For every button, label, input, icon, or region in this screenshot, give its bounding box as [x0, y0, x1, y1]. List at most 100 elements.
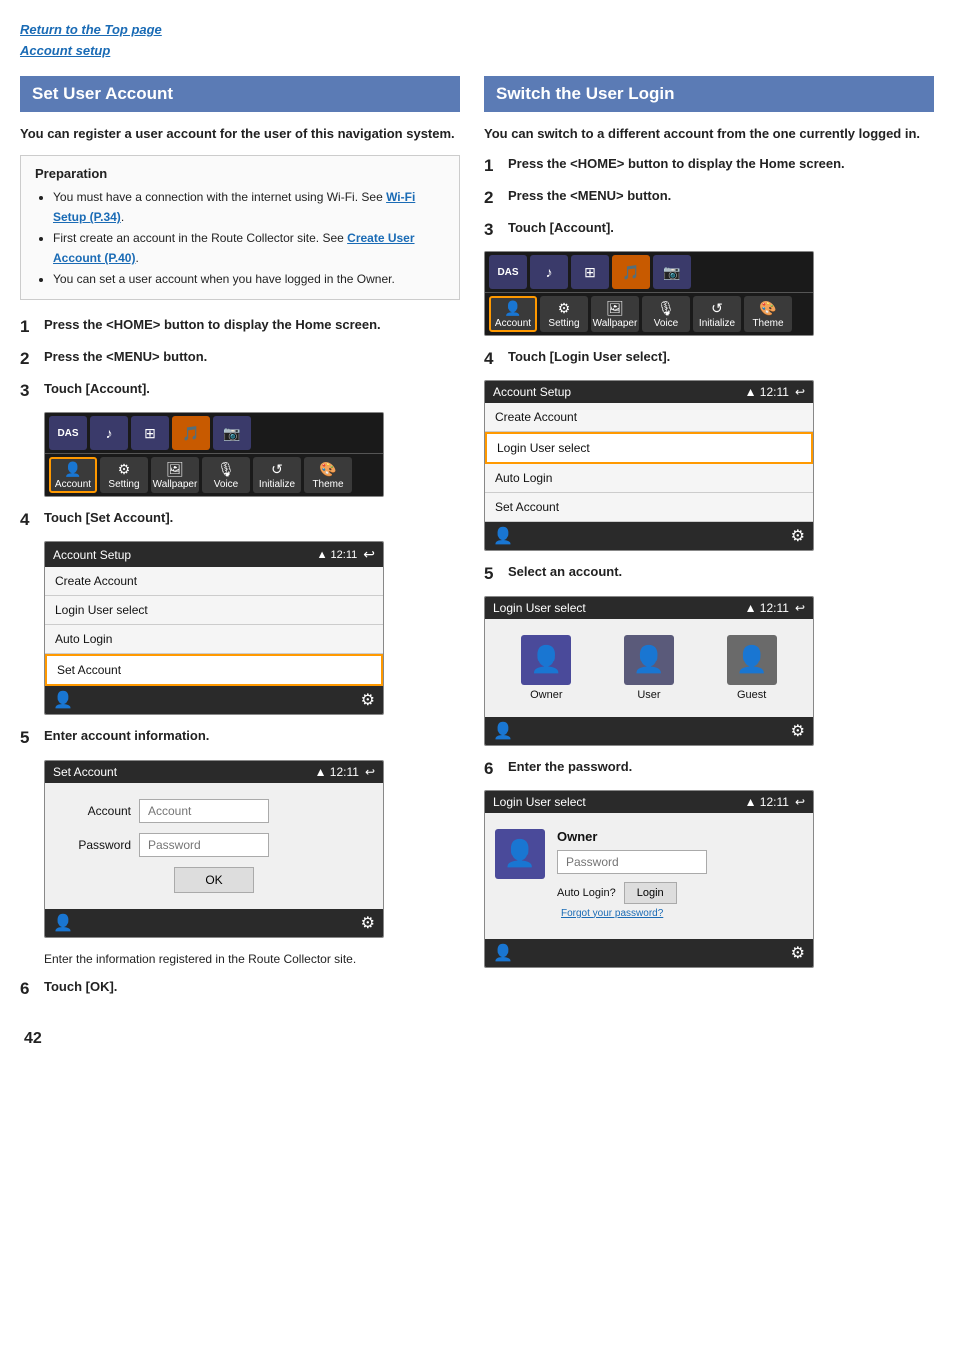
- caption-text: Enter the information registered in the …: [44, 950, 460, 968]
- user-owner-block[interactable]: 👤 Owner: [521, 635, 571, 701]
- nav-btn-camera[interactable]: 📷: [213, 416, 251, 450]
- left-column: Set User Account You can register a user…: [20, 76, 460, 1048]
- nav-btn-account[interactable]: 👤 Account: [49, 457, 97, 493]
- user-guest-block[interactable]: 👤 Guest: [727, 635, 777, 701]
- right-back-btn[interactable]: ↩: [795, 385, 805, 399]
- footer-gear-icon: ⚙: [361, 690, 375, 710]
- right-nav-btn-grid[interactable]: ⊞: [571, 255, 609, 289]
- step-text-2: Press the <MENU> button.: [44, 348, 207, 366]
- right-nav-btn-initialize[interactable]: ↺ Initialize: [693, 296, 741, 332]
- return-top-link[interactable]: Return to the Top page: [20, 20, 934, 41]
- prep-item-2: First create an account in the Route Col…: [53, 228, 445, 269]
- prep-title: Preparation: [35, 166, 445, 181]
- menu-item-auto-login[interactable]: Auto Login: [45, 625, 383, 654]
- step-num-4: 4: [20, 509, 38, 531]
- right-initialize-icon: ↺: [711, 300, 723, 317]
- preparation-box: Preparation You must have a connection w…: [20, 155, 460, 300]
- login-select-back[interactable]: ↩: [795, 601, 805, 615]
- menu-item-create-account[interactable]: Create Account: [45, 567, 383, 596]
- right-nav-btn-theme[interactable]: 🎨 Theme: [744, 296, 792, 332]
- password-field: Password: [61, 833, 367, 857]
- owner-label: Owner: [530, 689, 562, 701]
- left-section-header: Set User Account: [20, 76, 460, 112]
- right-nav-btn-orange[interactable]: 🎵: [612, 255, 650, 289]
- right-column: Switch the User Login You can switch to …: [484, 76, 934, 1048]
- left-menu-screen-step4: Account Setup ▲ 12:11 ↩ Create Account L…: [44, 541, 384, 715]
- user-user-block[interactable]: 👤 User: [624, 635, 674, 701]
- password-input[interactable]: [139, 833, 269, 857]
- right-voice-icon: 🎙: [657, 300, 675, 317]
- account-field: Account: [61, 799, 367, 823]
- right-step-6: 6 Enter the password.: [484, 758, 934, 780]
- right-voice-label: Voice: [654, 318, 678, 329]
- step-text-4: Touch [Set Account].: [44, 509, 173, 527]
- right-step-num-6: 6: [484, 758, 502, 780]
- login-select-header: Login User select ▲ 12:11 ↩: [485, 597, 813, 619]
- right-menu-create-account[interactable]: Create Account: [485, 403, 813, 432]
- voice-label: Voice: [214, 479, 238, 490]
- pw-forgot-row: Forgot your password?: [557, 908, 803, 919]
- login-select-footer: 👤 ⚙: [485, 717, 813, 745]
- pw-login-button[interactable]: Login: [624, 882, 677, 904]
- right-step-text-1: Press the <HOME> button to display the H…: [508, 155, 845, 173]
- account-label: Account: [55, 479, 91, 490]
- nav-btn-music[interactable]: ♪: [90, 416, 128, 450]
- nav-btn-das[interactable]: DAS: [49, 416, 87, 450]
- set-account-screen: Set Account ▲ 12:11 ↩ Account Password O…: [44, 760, 384, 938]
- right-step-text-4: Touch [Login User select].: [508, 348, 670, 366]
- ok-button[interactable]: OK: [174, 867, 253, 893]
- create-account-link[interactable]: Create User Account (P.40): [53, 231, 415, 265]
- right-menu-auto-login[interactable]: Auto Login: [485, 464, 813, 493]
- pw-password-input[interactable]: [557, 850, 707, 874]
- right-wallpaper-label: Wallpaper: [593, 318, 638, 329]
- right-nav-btn-music[interactable]: ♪: [530, 255, 568, 289]
- nav-btn-wallpaper[interactable]: 🖼 Wallpaper: [151, 457, 199, 493]
- pw-avatar: 👤: [495, 829, 545, 879]
- nav-btn-voice[interactable]: 🎙 Voice: [202, 457, 250, 493]
- menu-item-set-account[interactable]: Set Account: [45, 654, 383, 686]
- right-menu-set-account[interactable]: Set Account: [485, 493, 813, 522]
- account-input[interactable]: [139, 799, 269, 823]
- nav-btn-initialize[interactable]: ↺ Initialize: [253, 457, 301, 493]
- right-nav-btn-das[interactable]: DAS: [489, 255, 527, 289]
- back-button[interactable]: ↩: [363, 546, 375, 563]
- nav-btn-theme[interactable]: 🎨 Theme: [304, 457, 352, 493]
- nav-btn-orange[interactable]: 🎵: [172, 416, 210, 450]
- right-nav-btn-setting[interactable]: ⚙ Setting: [540, 296, 588, 332]
- right-step-2: 2 Press the <MENU> button.: [484, 187, 934, 209]
- forgot-password-link[interactable]: Forgot your password?: [561, 908, 663, 919]
- pw-username: Owner: [557, 829, 803, 844]
- right-menu-screen-step4: Account Setup ▲ 12:11 ↩ Create Account L…: [484, 380, 814, 551]
- pw-footer-gear-icon: ⚙: [791, 943, 805, 963]
- right-step-text-6: Enter the password.: [508, 758, 632, 776]
- step-text-1: Press the <HOME> button to display the H…: [44, 316, 381, 334]
- right-menu-login-user-select[interactable]: Login User select: [485, 432, 813, 464]
- top-links: Return to the Top page Account setup: [20, 20, 934, 62]
- voice-icon: 🎙: [217, 461, 235, 478]
- right-nav-btn-voice[interactable]: 🎙 Voice: [642, 296, 690, 332]
- right-nav-btn-camera[interactable]: 📷: [653, 255, 691, 289]
- wallpaper-label: Wallpaper: [153, 479, 198, 490]
- right-nav-btn-wallpaper[interactable]: 🖼 Wallpaper: [591, 296, 639, 332]
- right-nav-btn-account[interactable]: 👤 Account: [489, 296, 537, 332]
- theme-icon: 🎨: [319, 461, 336, 478]
- account-label: Account: [61, 804, 131, 818]
- pw-back[interactable]: ↩: [795, 795, 805, 809]
- right-theme-label: Theme: [752, 318, 783, 329]
- step-text-6: Touch [OK].: [44, 978, 117, 996]
- footer-user-icon: 👤: [53, 690, 73, 710]
- sa-back-btn[interactable]: ↩: [365, 765, 375, 779]
- sa-header: Set Account ▲ 12:11 ↩: [45, 761, 383, 783]
- wifi-setup-link[interactable]: Wi-Fi Setup (P.34): [53, 190, 415, 224]
- prep-item-1: You must have a connection with the inte…: [53, 187, 445, 228]
- nav-btn-grid[interactable]: ⊞: [131, 416, 169, 450]
- user-label: User: [637, 689, 660, 701]
- menu-title: Account Setup: [53, 548, 131, 562]
- nav-btn-setting[interactable]: ⚙ Setting: [100, 457, 148, 493]
- right-step-text-2: Press the <MENU> button.: [508, 187, 671, 205]
- right-account-label: Account: [495, 318, 531, 329]
- pw-header: Login User select ▲ 12:11 ↩: [485, 791, 813, 813]
- menu-item-login-user-select[interactable]: Login User select: [45, 596, 383, 625]
- account-setup-link[interactable]: Account setup: [20, 41, 934, 62]
- right-step-1: 1 Press the <HOME> button to display the…: [484, 155, 934, 177]
